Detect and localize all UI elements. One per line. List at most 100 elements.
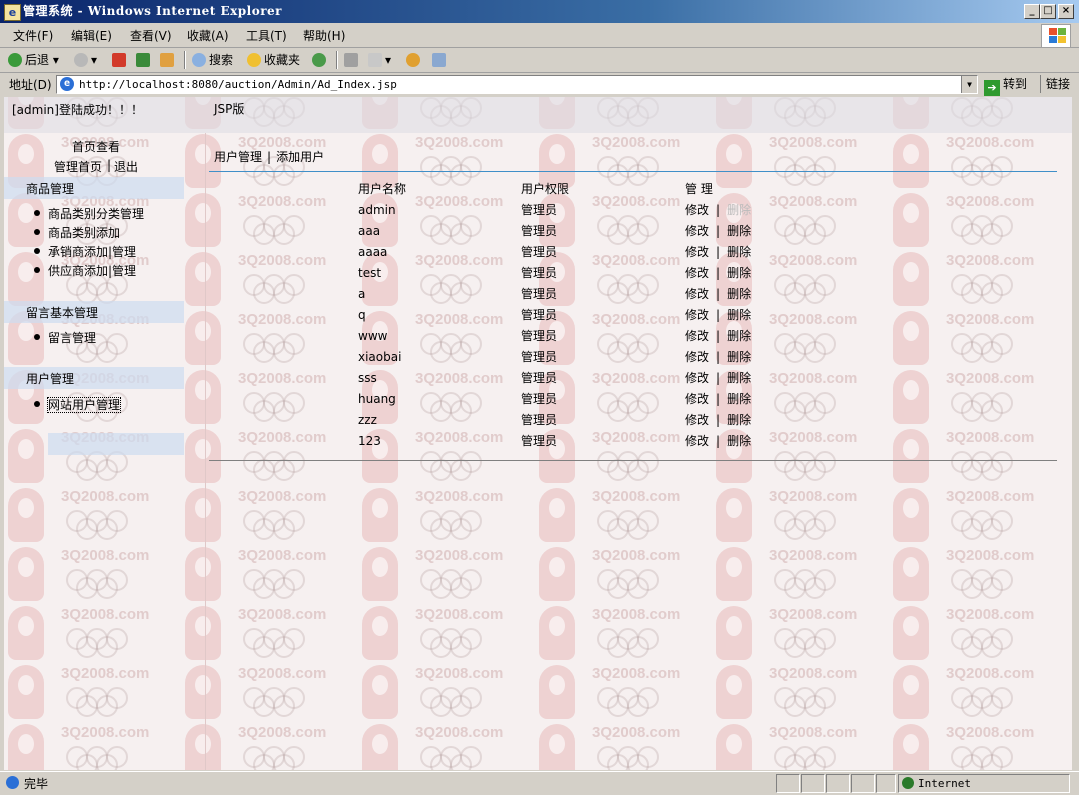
action-divider: | — [716, 350, 721, 364]
edit-link[interactable]: 修改 — [685, 245, 709, 259]
delete-link[interactable]: 删除 — [727, 308, 751, 322]
refresh-button[interactable] — [136, 51, 153, 69]
delete-link[interactable]: 删除 — [727, 392, 751, 406]
role-cell: 管理员 — [521, 329, 558, 343]
group-title-message: 留言基本管理 — [26, 306, 99, 320]
manage-cell: 修改 | 删除 — [685, 199, 805, 220]
edit-link[interactable]: 修改 — [685, 350, 709, 364]
menu-favorites[interactable]: 收藏(A) — [187, 27, 229, 44]
user-manage-link[interactable]: 用户管理 — [214, 150, 262, 164]
toolbar: 后退 ▾ ▾ 搜索 收藏夹 ▾ — [0, 48, 1079, 73]
version-label: JSP版 — [214, 102, 245, 116]
ie-page-icon: e — [60, 77, 74, 91]
username-cell: test — [358, 265, 382, 280]
edit-link[interactable]: 修改 — [685, 392, 709, 406]
sidebar-item-category-add[interactable]: 商品类别添加 — [34, 224, 120, 241]
favorites-button[interactable]: 收藏夹 — [247, 51, 300, 69]
action-divider: | — [716, 203, 721, 217]
delete-link[interactable]: 删除 — [727, 329, 751, 343]
username-cell: aaaa — [358, 244, 388, 259]
discuss-button[interactable] — [432, 51, 449, 69]
admin-home-link[interactable]: 管理首页 — [54, 158, 102, 175]
links-button[interactable]: 链接 — [1040, 75, 1070, 93]
role-cell: 管理员 — [521, 203, 558, 217]
username-cell: sss — [358, 370, 377, 385]
address-bar: 地址(D) e http://localhost:8080/auction/Ad… — [0, 73, 1079, 96]
messenger-button[interactable] — [406, 51, 423, 69]
edit-link[interactable]: 修改 — [685, 434, 709, 448]
history-button[interactable] — [312, 51, 329, 69]
print-button[interactable] — [344, 51, 361, 69]
delete-link[interactable]: 删除 — [727, 350, 751, 364]
delete-link[interactable]: 删除 — [727, 245, 751, 259]
windows-logo-icon — [1041, 24, 1071, 48]
delete-link[interactable]: 删除 — [727, 266, 751, 280]
window-title: 管理系统 - Windows Internet Explorer — [23, 4, 282, 18]
delete-link[interactable]: 删除 — [727, 413, 751, 427]
sidebar-item-underwriter[interactable]: 承销商添加|管理 — [34, 243, 136, 260]
home-view-link[interactable]: 首页查看 — [72, 138, 120, 155]
star-icon — [247, 53, 261, 67]
go-arrow-icon: ➔ — [984, 80, 1000, 96]
sidebar: 首页查看 管理首页 | 退出 商品管理 商品类别分类管理 商品类别添加 承销商添… — [4, 133, 206, 770]
role-cell: 管理员 — [521, 287, 558, 301]
manage-cell: 修改 | 删除 — [685, 262, 805, 283]
sidebar-item-supplier[interactable]: 供应商添加|管理 — [34, 262, 136, 279]
menu-file[interactable]: 文件(F) — [13, 27, 53, 44]
edit-link[interactable]: 修改 — [685, 266, 709, 280]
logout-link[interactable]: 退出 — [114, 158, 138, 175]
close-button[interactable]: × — [1058, 4, 1074, 19]
delete-link[interactable]: 删除 — [727, 224, 751, 238]
bullet-icon — [34, 248, 40, 254]
go-button[interactable]: ➔ 转到 — [984, 75, 1027, 96]
delete-link[interactable]: 删除 — [727, 203, 751, 217]
menu-edit[interactable]: 编辑(E) — [71, 27, 112, 44]
address-dropdown-button[interactable]: ▼ — [961, 76, 977, 93]
edit-button[interactable]: ▾ — [368, 51, 391, 69]
menu-tools[interactable]: 工具(T) — [246, 27, 287, 44]
username-cell: 123 — [358, 433, 381, 448]
menu-view[interactable]: 查看(V) — [130, 27, 172, 44]
edit-link[interactable]: 修改 — [685, 308, 709, 322]
sidebar-group-user: 用户管理 — [4, 367, 184, 389]
edit-link[interactable]: 修改 — [685, 203, 709, 217]
minimize-button[interactable]: _ — [1024, 4, 1040, 19]
maximize-button[interactable]: □ — [1040, 4, 1056, 19]
back-button[interactable]: 后退 ▾ — [8, 51, 59, 69]
bullet-icon — [34, 229, 40, 235]
table-row: admin 管理员 修改 | 删除 — [358, 199, 805, 220]
sidebar-item-category-manage[interactable]: 商品类别分类管理 — [34, 205, 144, 222]
edit-link[interactable]: 修改 — [685, 329, 709, 343]
home-button[interactable] — [160, 51, 177, 69]
edit-link[interactable]: 修改 — [685, 371, 709, 385]
group-title-product: 商品管理 — [26, 182, 75, 196]
stop-button[interactable] — [112, 51, 129, 69]
menu-help[interactable]: 帮助(H) — [303, 27, 345, 44]
add-user-link[interactable]: 添加用户 — [276, 150, 324, 164]
action-divider: | — [716, 287, 721, 301]
table-row: zzz 管理员 修改 | 删除 — [358, 409, 805, 430]
stop-icon — [112, 53, 126, 67]
edit-page-icon — [368, 53, 382, 67]
action-divider: | — [716, 392, 721, 406]
role-cell: 管理员 — [521, 392, 558, 406]
action-divider: | — [716, 245, 721, 259]
forward-button[interactable]: ▾ — [74, 51, 97, 69]
sidebar-item-message-manage[interactable]: 留言管理 — [34, 329, 96, 346]
role-cell: 管理员 — [521, 224, 558, 238]
search-button[interactable]: 搜索 — [192, 51, 233, 69]
username-cell: xiaobai — [358, 349, 402, 364]
table-row: q 管理员 修改 | 删除 — [358, 304, 805, 325]
forward-arrow-icon — [74, 53, 88, 67]
address-input[interactable]: e http://localhost:8080/auction/Admin/Ad… — [56, 75, 978, 94]
sidebar-group-product: 商品管理 — [4, 177, 184, 199]
delete-link[interactable]: 删除 — [727, 434, 751, 448]
sidebar-item-site-users[interactable]: 网站用户管理 — [34, 396, 122, 413]
edit-link[interactable]: 修改 — [685, 224, 709, 238]
edit-link[interactable]: 修改 — [685, 287, 709, 301]
address-label: 地址(D) — [9, 78, 52, 92]
delete-link[interactable]: 删除 — [727, 371, 751, 385]
delete-link[interactable]: 删除 — [727, 287, 751, 301]
action-divider: | — [716, 308, 721, 322]
edit-link[interactable]: 修改 — [685, 413, 709, 427]
